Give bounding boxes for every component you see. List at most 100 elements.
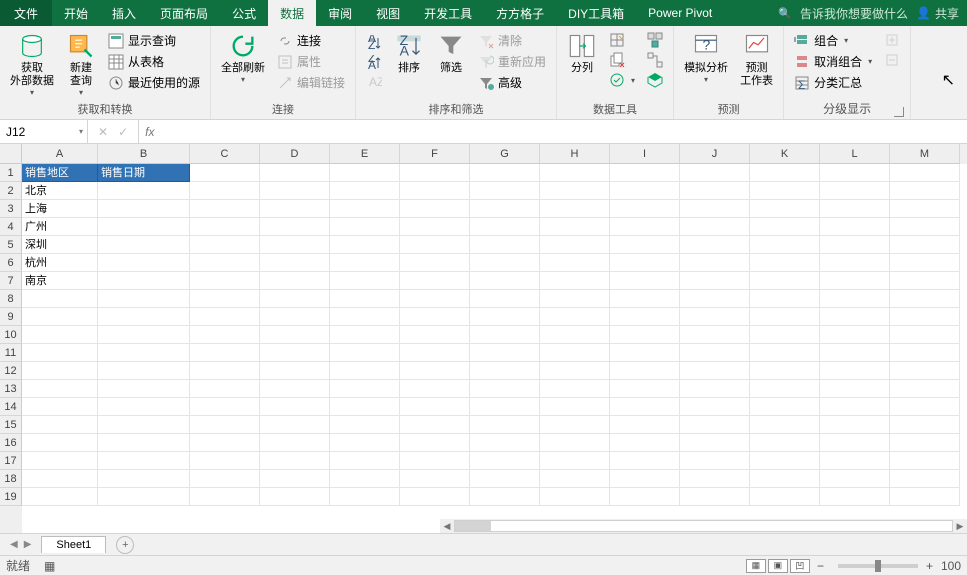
cell[interactable]	[260, 416, 330, 434]
cell[interactable]	[750, 218, 820, 236]
cell[interactable]	[330, 416, 400, 434]
cell[interactable]	[330, 488, 400, 506]
cell[interactable]	[890, 434, 960, 452]
cell[interactable]	[890, 218, 960, 236]
cell[interactable]	[400, 326, 470, 344]
dialog-launcher[interactable]	[894, 107, 904, 117]
cell[interactable]	[260, 308, 330, 326]
cell[interactable]	[750, 470, 820, 488]
cell[interactable]	[400, 398, 470, 416]
cell[interactable]	[680, 470, 750, 488]
row-header[interactable]: 2	[0, 182, 22, 200]
cell[interactable]	[330, 200, 400, 218]
row-header[interactable]: 5	[0, 236, 22, 254]
col-header[interactable]: C	[190, 144, 260, 164]
tab-insert[interactable]: 插入	[100, 0, 148, 26]
row-header[interactable]: 11	[0, 344, 22, 362]
cell[interactable]	[330, 236, 400, 254]
cell[interactable]	[98, 308, 190, 326]
cell[interactable]	[820, 182, 890, 200]
cell[interactable]	[680, 290, 750, 308]
cell[interactable]	[98, 452, 190, 470]
row-header[interactable]: 15	[0, 416, 22, 434]
cell[interactable]	[470, 200, 540, 218]
cell[interactable]	[820, 416, 890, 434]
show-query-button[interactable]: 显示查询	[106, 31, 202, 50]
cell[interactable]	[260, 326, 330, 344]
what-if-button[interactable]: ? 模拟分析▾	[678, 28, 734, 84]
cell[interactable]	[750, 164, 820, 182]
cell[interactable]	[540, 344, 610, 362]
cell[interactable]	[190, 236, 260, 254]
cell[interactable]	[22, 452, 98, 470]
cell[interactable]	[540, 398, 610, 416]
cell[interactable]	[470, 470, 540, 488]
cell[interactable]	[610, 416, 680, 434]
tab-ffgz[interactable]: 方方格子	[484, 0, 556, 26]
cell[interactable]	[22, 326, 98, 344]
cell[interactable]	[260, 488, 330, 506]
col-header[interactable]: H	[540, 144, 610, 164]
cell[interactable]	[540, 434, 610, 452]
cell[interactable]	[470, 398, 540, 416]
cell[interactable]	[610, 470, 680, 488]
cell[interactable]	[190, 254, 260, 272]
confirm-formula-button[interactable]: ✓	[118, 125, 128, 139]
cell[interactable]	[820, 164, 890, 182]
row-header[interactable]: 1	[0, 164, 22, 182]
cell[interactable]	[820, 398, 890, 416]
cell[interactable]	[540, 236, 610, 254]
cell[interactable]	[330, 452, 400, 470]
view-pagebreak-button[interactable]: 凹	[790, 559, 810, 573]
cell[interactable]: 深圳	[22, 236, 98, 254]
cell[interactable]	[190, 398, 260, 416]
cell[interactable]	[820, 344, 890, 362]
row-header[interactable]: 7	[0, 272, 22, 290]
cell[interactable]	[540, 254, 610, 272]
cell[interactable]	[190, 452, 260, 470]
cell[interactable]	[750, 200, 820, 218]
cell[interactable]	[750, 308, 820, 326]
cell[interactable]	[680, 254, 750, 272]
cell[interactable]	[470, 308, 540, 326]
cell[interactable]	[260, 164, 330, 182]
cell[interactable]	[400, 488, 470, 506]
cell[interactable]	[610, 434, 680, 452]
row-header[interactable]: 12	[0, 362, 22, 380]
view-normal-button[interactable]: ▦	[746, 559, 766, 573]
cell[interactable]	[22, 416, 98, 434]
cell[interactable]	[190, 470, 260, 488]
cell[interactable]	[680, 326, 750, 344]
cell[interactable]	[98, 488, 190, 506]
cell[interactable]	[750, 362, 820, 380]
cell[interactable]	[750, 254, 820, 272]
cell[interactable]	[540, 488, 610, 506]
cell[interactable]	[98, 380, 190, 398]
add-sheet-button[interactable]: +	[116, 536, 134, 554]
cell[interactable]	[540, 362, 610, 380]
col-header[interactable]: A	[22, 144, 98, 164]
cell[interactable]	[540, 326, 610, 344]
cell[interactable]	[98, 200, 190, 218]
col-header[interactable]: J	[680, 144, 750, 164]
cell[interactable]	[98, 326, 190, 344]
cell[interactable]	[610, 488, 680, 506]
cell[interactable]	[330, 434, 400, 452]
cell[interactable]	[190, 200, 260, 218]
cell[interactable]	[190, 326, 260, 344]
col-header[interactable]: L	[820, 144, 890, 164]
cell[interactable]	[890, 380, 960, 398]
cell[interactable]	[540, 182, 610, 200]
cell[interactable]	[610, 218, 680, 236]
sort-asc-button[interactable]: AZ	[364, 34, 384, 52]
cell[interactable]	[540, 290, 610, 308]
cell[interactable]	[890, 200, 960, 218]
cell[interactable]	[260, 218, 330, 236]
hide-detail-button[interactable]	[882, 51, 902, 69]
new-query-button[interactable]: 新建 查询▾	[60, 28, 102, 97]
cell[interactable]	[470, 452, 540, 470]
cell[interactable]	[22, 488, 98, 506]
cell[interactable]	[330, 308, 400, 326]
cell[interactable]	[400, 272, 470, 290]
row-header[interactable]: 13	[0, 380, 22, 398]
